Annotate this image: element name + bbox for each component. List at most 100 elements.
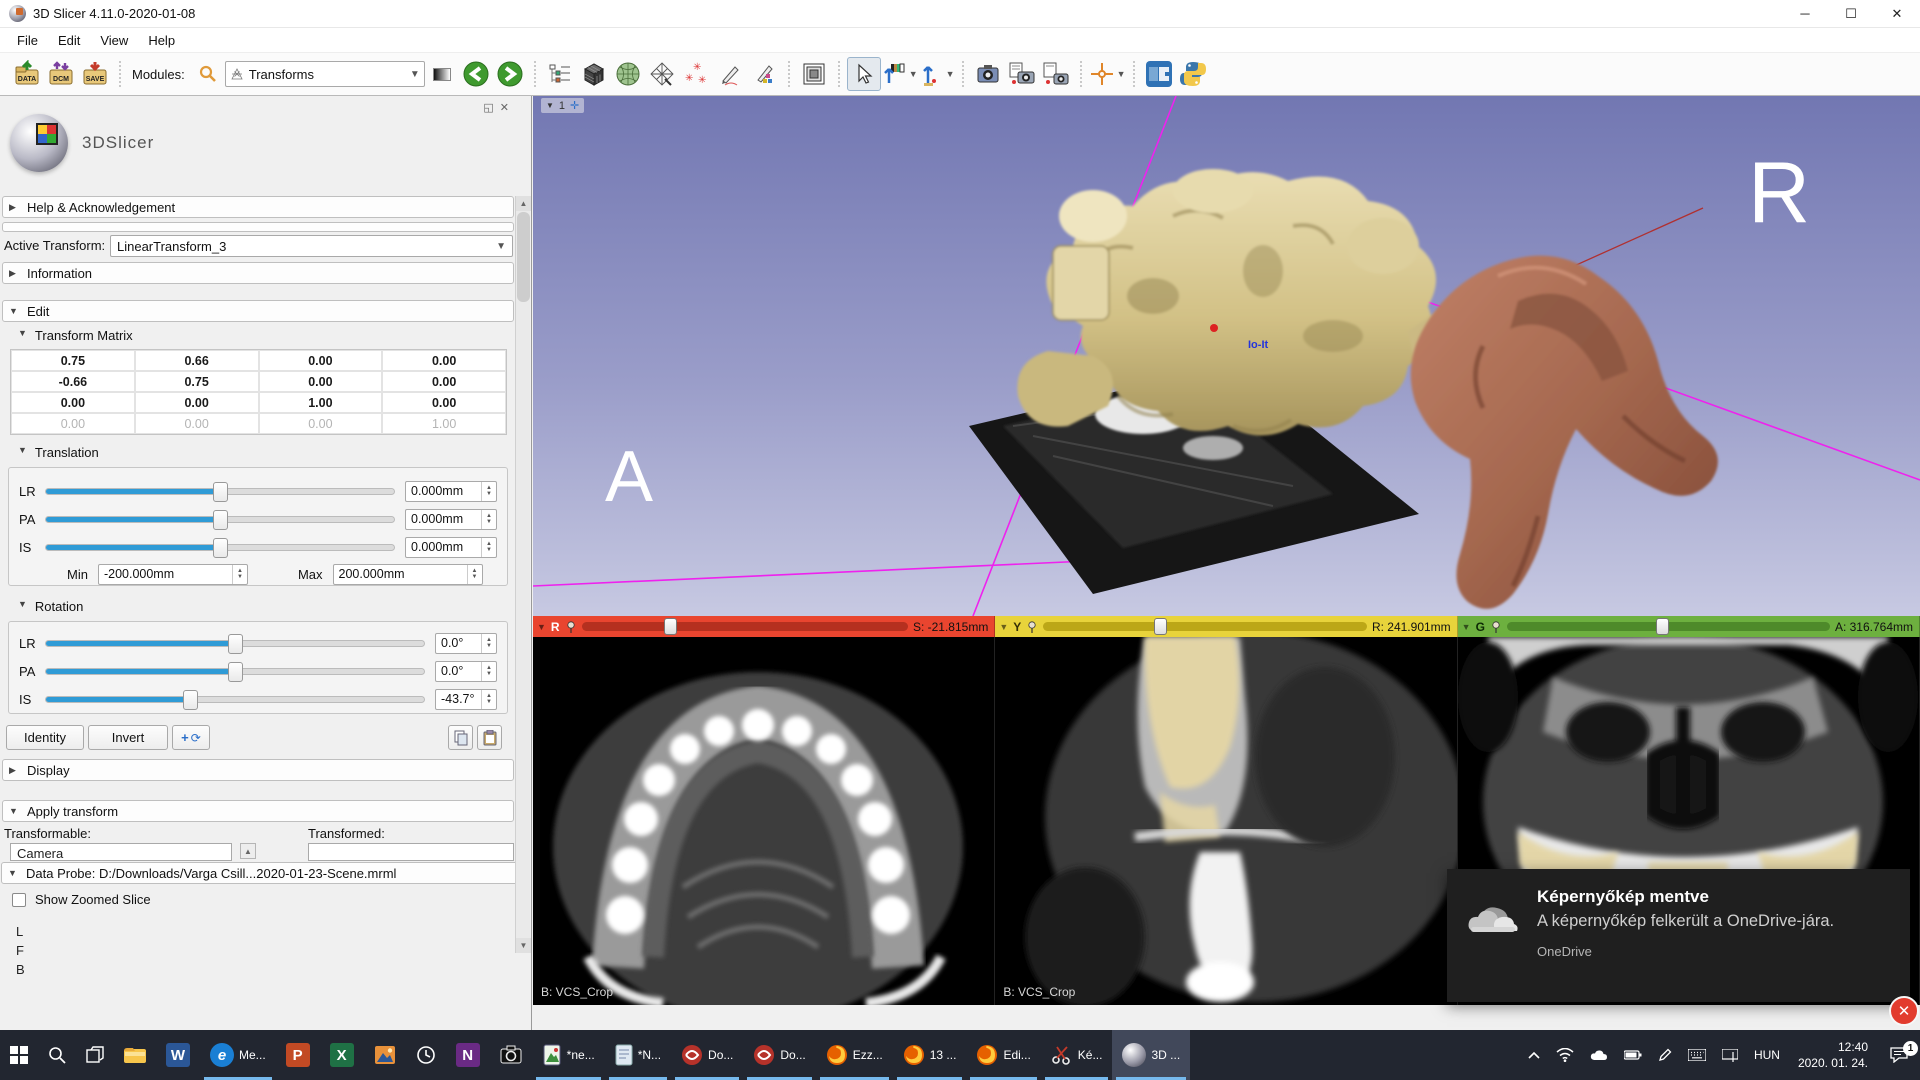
scroll-down-icon[interactable]: ▼ bbox=[516, 938, 531, 953]
view-3d[interactable]: ▼ 1 ✛ A R Io-It bbox=[533, 96, 1920, 616]
transformable-list[interactable]: Camera bbox=[10, 843, 232, 861]
extensions-manager-icon[interactable] bbox=[1142, 57, 1176, 91]
view3d-controller[interactable]: ▼ 1 ✛ bbox=[541, 98, 584, 113]
translation-pa-value[interactable]: 0.000mm▲▼ bbox=[405, 509, 497, 530]
back-icon[interactable] bbox=[459, 57, 493, 91]
invert-button[interactable]: Invert bbox=[88, 725, 168, 750]
section-rotation[interactable]: ▼ Rotation bbox=[18, 599, 83, 614]
notification-close-button[interactable]: ✕ bbox=[1889, 996, 1919, 1026]
clock[interactable]: 12:40 2020. 01. 24. bbox=[1788, 1039, 1878, 1071]
slider-handle[interactable] bbox=[213, 510, 228, 530]
panel-scrollbar[interactable]: ▲ ▼ bbox=[515, 196, 530, 953]
slider-handle[interactable] bbox=[228, 662, 243, 682]
slider-handle[interactable] bbox=[228, 634, 243, 654]
taskbar-word[interactable]: W bbox=[156, 1030, 200, 1080]
taskbar-alarms-clock[interactable] bbox=[406, 1030, 446, 1080]
slider-handle[interactable] bbox=[1154, 618, 1167, 635]
translation-lr-value[interactable]: 0.000mm▲▼ bbox=[405, 481, 497, 502]
models-icon[interactable] bbox=[611, 57, 645, 91]
slice-menu-chevron-icon[interactable]: ▼ bbox=[1462, 622, 1471, 632]
taskbar-excel[interactable]: X bbox=[320, 1030, 364, 1080]
taskbar-image-editor[interactable]: *ne... bbox=[532, 1030, 605, 1080]
taskbar-firefox-1[interactable]: Ezz... bbox=[816, 1030, 893, 1080]
taskbar-snipping-tool[interactable]: Ké... bbox=[1041, 1030, 1113, 1080]
section-apply-transform[interactable]: ▼ Apply transform bbox=[2, 800, 514, 822]
taskbar-firefox-3[interactable]: Edi... bbox=[966, 1030, 1040, 1080]
yellow-slice-view[interactable]: B: VCS_Crop bbox=[995, 637, 1457, 1005]
minimize-button[interactable]: ─ bbox=[1782, 0, 1828, 27]
section-translation[interactable]: ▼ Translation bbox=[18, 445, 99, 460]
onedrive-notification[interactable]: Képernyőkép mentve A képernyőkép felkerü… bbox=[1447, 869, 1910, 1002]
min-value[interactable]: -200.000mm▲▼ bbox=[98, 564, 248, 585]
rotation-lr-value[interactable]: 0.0°▲▼ bbox=[435, 633, 497, 654]
transformed-list[interactable] bbox=[308, 843, 514, 861]
rotation-pa-value[interactable]: 0.0°▲▼ bbox=[435, 661, 497, 682]
translation-is-value[interactable]: 0.000mm▲▼ bbox=[405, 537, 497, 558]
python-console-icon[interactable] bbox=[1176, 57, 1210, 91]
taskbar-camera[interactable] bbox=[490, 1030, 532, 1080]
pen-workspace-icon[interactable] bbox=[1650, 1048, 1680, 1062]
panel-undock-icon[interactable]: ◱ bbox=[483, 101, 493, 114]
show-zoomed-slice-checkbox[interactable] bbox=[12, 893, 26, 907]
max-value[interactable]: 200.000mm▲▼ bbox=[333, 564, 483, 585]
view-menu-chevron-icon[interactable]: ▼ bbox=[546, 101, 554, 110]
section-display[interactable]: ▶ Display bbox=[2, 759, 514, 781]
slider-handle[interactable] bbox=[664, 618, 677, 635]
translation-is-slider[interactable] bbox=[45, 544, 395, 551]
onedrive-tray-icon[interactable] bbox=[1582, 1049, 1616, 1061]
rotation-is-slider[interactable] bbox=[45, 696, 425, 703]
red-slice-view[interactable]: B: VCS_Crop bbox=[533, 637, 995, 1005]
green-slice-slider[interactable] bbox=[1507, 622, 1830, 631]
layout-selector-icon[interactable] bbox=[797, 57, 831, 91]
wifi-icon[interactable] bbox=[1548, 1048, 1582, 1062]
transfer-arrow-icon[interactable]: ▲ bbox=[240, 843, 256, 859]
taskbar-onenote[interactable]: N bbox=[446, 1030, 490, 1080]
maximize-button[interactable]: ☐ bbox=[1828, 0, 1874, 27]
taskbar-photos[interactable] bbox=[364, 1030, 406, 1080]
menu-edit[interactable]: Edit bbox=[49, 30, 89, 51]
save-icon[interactable]: SAVE bbox=[78, 57, 112, 91]
taskbar-edge[interactable]: e Me... bbox=[200, 1030, 276, 1080]
close-button[interactable]: ✕ bbox=[1874, 0, 1920, 27]
add-transform-button[interactable]: + ⟳ bbox=[172, 725, 210, 750]
action-center-icon[interactable]: 1 bbox=[1878, 1047, 1920, 1063]
section-help-acknowledgement[interactable]: ▶ Help & Acknowledgement bbox=[2, 196, 514, 218]
slice-pin-icon[interactable] bbox=[565, 621, 577, 633]
translation-lr-slider[interactable] bbox=[45, 488, 395, 495]
green-slice-bar[interactable]: ▼ G A: 316.764mm bbox=[1458, 616, 1920, 637]
section-edit[interactable]: ▼ Edit bbox=[2, 300, 514, 322]
scrollbar-handle[interactable] bbox=[517, 212, 530, 302]
menu-view[interactable]: View bbox=[91, 30, 137, 51]
scroll-up-icon[interactable]: ▲ bbox=[516, 196, 531, 211]
task-view-icon[interactable] bbox=[76, 1030, 114, 1080]
crosshair-icon[interactable]: ▼ bbox=[1089, 57, 1126, 91]
menu-file[interactable]: File bbox=[8, 30, 47, 51]
panel-close-icon[interactable]: ✕ bbox=[500, 101, 509, 114]
forward-icon[interactable] bbox=[493, 57, 527, 91]
translation-pa-slider[interactable] bbox=[45, 516, 395, 523]
red-slice-bar[interactable]: ▼ R S: -21.815mm bbox=[533, 616, 995, 637]
module-search-icon[interactable] bbox=[191, 57, 225, 91]
section-data-probe[interactable]: ▼ Data Probe: D:/Downloads/Varga Csill..… bbox=[1, 862, 529, 884]
slice-menu-chevron-icon[interactable]: ▼ bbox=[999, 622, 1008, 632]
identity-button[interactable]: Identity bbox=[6, 725, 84, 750]
rotation-lr-slider[interactable] bbox=[45, 640, 425, 647]
place-point-icon[interactable]: ▼ bbox=[918, 57, 955, 91]
start-button[interactable] bbox=[0, 1030, 38, 1080]
rotation-pa-slider[interactable] bbox=[45, 668, 425, 675]
taskbar-3d-slicer[interactable]: 3D ... bbox=[1112, 1030, 1190, 1080]
transforms-icon[interactable] bbox=[645, 57, 679, 91]
taskbar-firefox-2[interactable]: 13 ... bbox=[893, 1030, 967, 1080]
annotations-pen-icon[interactable] bbox=[713, 57, 747, 91]
slider-handle[interactable] bbox=[1656, 618, 1669, 635]
slider-handle[interactable] bbox=[183, 690, 198, 710]
view-pin-icon[interactable]: ✛ bbox=[570, 99, 579, 112]
mouse-interaction-icon[interactable] bbox=[847, 57, 881, 91]
taskbar-acrobat-1[interactable]: Do... bbox=[671, 1030, 743, 1080]
active-transform-selector[interactable]: LinearTransform_3 ▼ bbox=[110, 235, 513, 257]
scene-view-capture-icon[interactable] bbox=[1005, 57, 1039, 91]
section-transform-matrix[interactable]: ▼ Transform Matrix bbox=[18, 328, 133, 343]
slice-menu-chevron-icon[interactable]: ▼ bbox=[537, 622, 546, 632]
menu-help[interactable]: Help bbox=[139, 30, 184, 51]
tray-docking-icon[interactable] bbox=[1714, 1049, 1746, 1062]
